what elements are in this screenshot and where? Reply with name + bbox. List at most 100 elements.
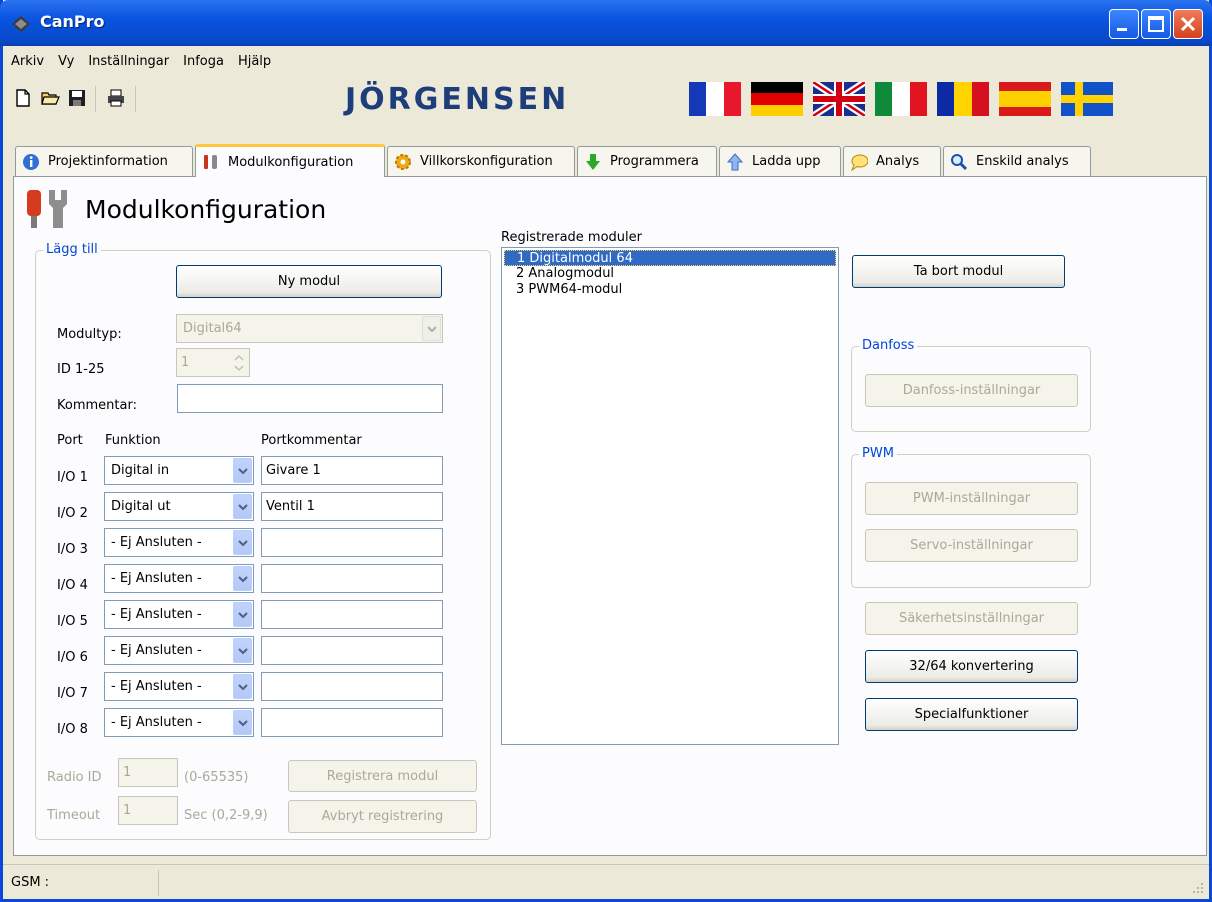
port-label: I/O 3 — [57, 542, 88, 557]
menu-hjalp[interactable]: Hjälp — [238, 54, 271, 69]
function-select[interactable]: - Ej Ansluten - — [104, 600, 254, 629]
id-label: ID 1-25 — [57, 362, 105, 377]
spain-flag-icon[interactable] — [999, 82, 1051, 116]
menu-installningar[interactable]: Inställningar — [88, 54, 169, 69]
open-folder-icon[interactable] — [40, 88, 60, 108]
download-arrow-icon — [586, 153, 600, 170]
port-comment-field[interactable]: Ventil 1 — [261, 492, 443, 521]
tab-projektinformation[interactable]: Projektinformation — [15, 146, 193, 176]
special-functions-button[interactable]: Specialfunktioner — [865, 698, 1078, 731]
italy-flag-icon[interactable] — [875, 82, 927, 116]
port-comment-column-header: Portkommentar — [261, 433, 362, 448]
list-item[interactable]: 3 PWM64-modul — [504, 282, 836, 298]
pwm-group-label: PWM — [859, 446, 897, 461]
tab-label: Ladda upp — [752, 154, 821, 169]
timeout-label: Timeout — [47, 808, 101, 823]
maximize-icon — [1148, 16, 1164, 32]
germany-flag-icon[interactable] — [751, 82, 803, 116]
menu-arkiv[interactable]: Arkiv — [11, 54, 44, 69]
port-label: I/O 8 — [57, 722, 88, 737]
function-select[interactable]: Digital ut — [104, 492, 254, 521]
minimize-icon — [1117, 28, 1127, 31]
resize-grip-icon[interactable] — [1191, 881, 1205, 895]
app-window: CanPro Arkiv Vy Inställningar Infoga Hjä… — [0, 0, 1212, 902]
list-item[interactable]: 1 Digitalmodul 64 — [504, 250, 836, 266]
print-icon[interactable] — [106, 88, 126, 108]
comment-field[interactable] — [177, 384, 443, 413]
chevron-down-icon — [422, 316, 441, 341]
title-bar[interactable]: CanPro — [0, 0, 1212, 46]
modulkonfiguration-icon — [27, 190, 67, 228]
add-group-label: Lägg till — [43, 242, 101, 257]
minimize-button[interactable] — [1109, 9, 1139, 39]
tab-enskild-analys[interactable]: Enskild analys — [943, 146, 1091, 176]
romania-flag-icon[interactable] — [937, 82, 989, 116]
id-spinner[interactable]: 1 — [176, 348, 250, 377]
registered-modules-list[interactable]: 1 Digitalmodul 64 2 Analogmodul 3 PWM64-… — [501, 247, 839, 745]
tab-programmera[interactable]: Programmera — [577, 146, 717, 176]
cancel-registration-button[interactable]: Avbryt registrering — [288, 800, 477, 833]
comment-label: Kommentar: — [57, 398, 137, 413]
wrench-icon — [204, 155, 217, 169]
port-comment-field[interactable] — [261, 636, 443, 665]
close-button[interactable] — [1173, 9, 1203, 39]
id-value: 1 — [181, 355, 190, 370]
register-module-button[interactable]: Registrera modul — [288, 760, 477, 792]
uk-flag-icon[interactable] — [813, 82, 865, 116]
module-type-select[interactable]: Digital64 — [176, 314, 443, 343]
convert-3264-button[interactable]: 32/64 konvertering — [865, 650, 1078, 683]
radio-id-range: (0-65535) — [184, 770, 249, 785]
servo-settings-button[interactable]: Servo-inställningar — [865, 529, 1078, 562]
sweden-flag-icon[interactable] — [1061, 82, 1113, 116]
chevron-down-icon — [233, 458, 252, 483]
port-comment-field[interactable] — [261, 564, 443, 593]
radio-id-field[interactable]: 1 — [118, 758, 178, 787]
spinner-arrows-icon — [234, 354, 244, 372]
function-select[interactable]: Digital in — [104, 456, 254, 485]
list-item[interactable]: 2 Analogmodul — [504, 266, 836, 282]
function-select[interactable]: - Ej Ansluten - — [104, 708, 254, 737]
tab-label: Projektinformation — [48, 154, 168, 169]
save-icon[interactable] — [67, 88, 87, 108]
function-select[interactable]: - Ej Ansluten - — [104, 564, 254, 593]
port-comment-field[interactable] — [261, 528, 443, 557]
timeout-field[interactable]: 1 — [118, 796, 178, 825]
port-comment-field[interactable] — [261, 672, 443, 701]
function-select[interactable]: - Ej Ansluten - — [104, 528, 254, 557]
safety-settings-button[interactable]: Säkerhetsinställningar — [865, 602, 1078, 635]
brand-logo: JÖRGENSEN — [345, 82, 570, 117]
chevron-down-icon — [233, 638, 252, 663]
tab-modulkonfiguration[interactable]: Modulkonfiguration — [195, 144, 385, 177]
chevron-down-icon — [233, 530, 252, 555]
magnifier-icon — [951, 153, 968, 170]
port-comment-field[interactable] — [261, 600, 443, 629]
maximize-button[interactable] — [1141, 9, 1171, 39]
chevron-down-icon — [233, 494, 252, 519]
port-comment-field[interactable]: Givare 1 — [261, 456, 443, 485]
function-select[interactable]: - Ej Ansluten - — [104, 672, 254, 701]
tab-analys[interactable]: Analys — [843, 146, 941, 176]
menu-vy[interactable]: Vy — [58, 54, 74, 69]
new-module-button[interactable]: Ny modul — [176, 265, 442, 298]
window-title: CanPro — [40, 12, 105, 31]
tab-villkorskonfiguration[interactable]: Villkorskonfiguration — [387, 146, 575, 176]
remove-module-button[interactable]: Ta bort modul — [852, 255, 1065, 288]
chevron-down-icon — [233, 566, 252, 591]
function-column-header: Funktion — [105, 433, 161, 448]
port-comment-field[interactable] — [261, 708, 443, 737]
upload-arrow-icon — [726, 152, 744, 170]
pwm-group — [851, 454, 1091, 588]
danfoss-settings-button[interactable]: Danfoss-inställningar — [865, 374, 1078, 407]
port-label: I/O 7 — [57, 686, 88, 701]
tab-ladda-upp[interactable]: Ladda upp — [719, 146, 841, 176]
timeout-range: Sec (0,2-9,9) — [184, 808, 268, 823]
port-label: I/O 4 — [57, 578, 88, 593]
app-icon — [12, 16, 30, 32]
function-select[interactable]: - Ej Ansluten - — [104, 636, 254, 665]
menu-infoga[interactable]: Infoga — [183, 54, 224, 69]
radio-id-label: Radio ID — [47, 770, 102, 785]
pwm-settings-button[interactable]: PWM-inställningar — [865, 482, 1078, 515]
france-flag-icon[interactable] — [689, 82, 741, 116]
new-file-icon[interactable] — [13, 88, 33, 108]
menu-bar: Arkiv Vy Inställningar Infoga Hjälp — [3, 46, 1209, 76]
